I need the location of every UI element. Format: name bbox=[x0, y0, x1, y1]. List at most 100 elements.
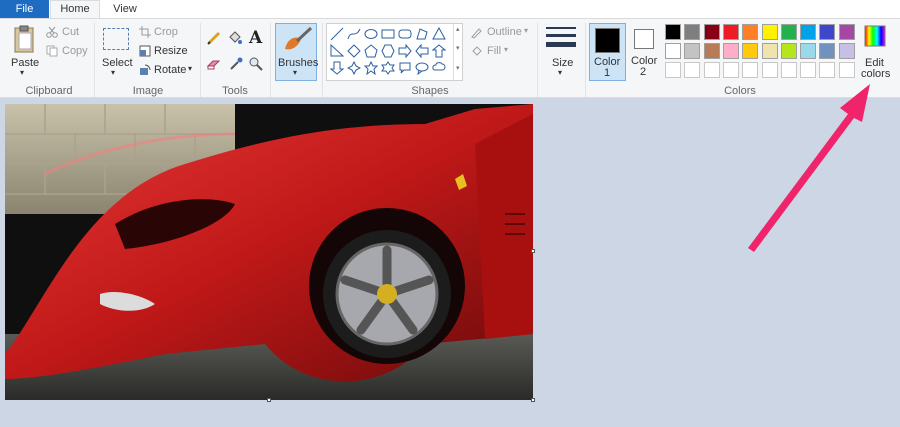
palette-swatch[interactable] bbox=[780, 62, 797, 78]
palette-swatch[interactable] bbox=[800, 62, 817, 78]
palette-swatch[interactable] bbox=[665, 24, 681, 40]
canvas-image[interactable] bbox=[5, 104, 533, 400]
chevron-down-icon[interactable]: ▾ bbox=[456, 44, 460, 52]
palette-swatch[interactable] bbox=[742, 43, 759, 59]
pencil-icon[interactable] bbox=[207, 31, 221, 45]
palette-swatch[interactable] bbox=[838, 43, 855, 59]
palette-swatch[interactable] bbox=[684, 62, 701, 78]
hexagon-shape-icon[interactable] bbox=[381, 44, 395, 58]
chevron-down-icon[interactable]: ▾ bbox=[20, 68, 24, 77]
color-spectrum-icon bbox=[864, 25, 886, 47]
edit-colors-button[interactable]: Edit colors bbox=[860, 23, 892, 83]
shapes-scrollbar[interactable]: ▴ ▾ ▾ bbox=[453, 24, 464, 80]
palette-swatch[interactable] bbox=[838, 62, 855, 78]
resize-button[interactable]: Resize bbox=[154, 45, 188, 57]
polygon-shape-icon[interactable] bbox=[415, 27, 429, 41]
outline-button[interactable]: Outline bbox=[487, 26, 522, 38]
pentagon-shape-icon[interactable] bbox=[364, 44, 378, 58]
fill-button[interactable]: Fill bbox=[487, 45, 501, 57]
palette-swatch[interactable] bbox=[819, 62, 836, 78]
palette-swatch[interactable] bbox=[742, 24, 759, 40]
palette-swatch[interactable] bbox=[684, 43, 701, 59]
select-button[interactable]: Select bbox=[102, 57, 133, 69]
chevron-down-icon[interactable]: ▾ bbox=[558, 68, 562, 77]
paste-button[interactable] bbox=[12, 25, 38, 58]
annotation-arrow bbox=[748, 84, 870, 252]
brush-icon bbox=[285, 26, 313, 50]
up-arrow-shape-icon[interactable] bbox=[432, 44, 446, 58]
palette-swatch[interactable] bbox=[800, 24, 817, 40]
palette-swatch[interactable] bbox=[780, 24, 797, 40]
palette-swatch[interactable] bbox=[819, 24, 836, 40]
rotate-button[interactable]: Rotate bbox=[154, 64, 186, 76]
palette-swatch[interactable] bbox=[819, 43, 836, 59]
palette-swatch[interactable] bbox=[703, 43, 720, 59]
color2-button[interactable]: Color 2 bbox=[629, 23, 661, 81]
magnifier-icon[interactable] bbox=[249, 57, 263, 71]
size-button[interactable]: Size bbox=[552, 57, 573, 69]
palette-swatch[interactable] bbox=[761, 62, 778, 78]
palette-swatch[interactable] bbox=[703, 62, 720, 78]
chevron-down-icon[interactable]: ▾ bbox=[504, 45, 508, 54]
color1-button[interactable]: Color 1 bbox=[589, 23, 626, 81]
palette-swatch[interactable] bbox=[761, 24, 778, 40]
oval-callout-shape-icon[interactable] bbox=[415, 61, 429, 75]
triangle-shape-icon[interactable] bbox=[432, 27, 446, 41]
right-triangle-shape-icon[interactable] bbox=[330, 44, 344, 58]
crop-button[interactable]: Crop bbox=[154, 26, 178, 38]
more-icon[interactable]: ▾ bbox=[456, 64, 460, 72]
four-point-star-shape-icon[interactable] bbox=[347, 61, 361, 75]
size-icon[interactable] bbox=[546, 25, 576, 53]
curve-shape-icon[interactable] bbox=[347, 27, 361, 41]
five-point-star-shape-icon[interactable] bbox=[364, 61, 378, 75]
palette-swatch[interactable] bbox=[665, 62, 681, 78]
left-arrow-shape-icon[interactable] bbox=[415, 44, 429, 58]
palette-swatch[interactable] bbox=[722, 43, 739, 59]
palette-swatch[interactable] bbox=[800, 43, 817, 59]
palette-swatch[interactable] bbox=[742, 62, 759, 78]
palette-swatch[interactable] bbox=[722, 24, 739, 40]
chevron-up-icon[interactable]: ▴ bbox=[456, 25, 460, 33]
resize-handle-bottom[interactable] bbox=[267, 398, 271, 402]
brushes-button[interactable]: Brushes ▾ bbox=[275, 23, 319, 81]
tab-file[interactable]: File bbox=[0, 0, 49, 18]
cut-button[interactable]: Cut bbox=[62, 26, 79, 38]
palette-swatch[interactable] bbox=[703, 24, 720, 40]
fill-bucket-icon[interactable] bbox=[227, 31, 243, 45]
diamond-shape-icon[interactable] bbox=[347, 44, 361, 58]
rounded-rectangle-shape-icon[interactable] bbox=[398, 27, 412, 41]
clipboard-icon bbox=[14, 25, 34, 53]
tab-view[interactable]: View bbox=[102, 0, 148, 18]
image-group-label: Image bbox=[132, 85, 164, 97]
line-shape-icon[interactable] bbox=[330, 27, 344, 41]
separator bbox=[585, 23, 586, 97]
palette-swatch[interactable] bbox=[665, 43, 681, 59]
rectangle-shape-icon[interactable] bbox=[381, 27, 395, 41]
rounded-callout-shape-icon[interactable] bbox=[398, 61, 412, 75]
down-arrow-shape-icon[interactable] bbox=[330, 61, 344, 75]
palette-swatch[interactable] bbox=[761, 43, 778, 59]
palette-swatch[interactable] bbox=[684, 24, 701, 40]
tab-home[interactable]: Home bbox=[50, 0, 100, 18]
eraser-icon[interactable] bbox=[207, 58, 221, 70]
palette-swatch[interactable] bbox=[780, 43, 797, 59]
copy-button[interactable]: Copy bbox=[62, 45, 88, 57]
chevron-down-icon[interactable]: ▾ bbox=[111, 68, 115, 77]
color1-swatch bbox=[595, 28, 620, 53]
cloud-callout-shape-icon[interactable] bbox=[432, 61, 446, 75]
oval-shape-icon[interactable] bbox=[364, 27, 378, 41]
chevron-down-icon[interactable]: ▾ bbox=[524, 26, 528, 35]
right-arrow-shape-icon[interactable] bbox=[398, 44, 412, 58]
resize-handle-right[interactable] bbox=[531, 249, 535, 253]
brushes-label: Brushes bbox=[278, 57, 319, 69]
palette-swatch[interactable] bbox=[838, 24, 855, 40]
text-tool-icon[interactable]: A bbox=[249, 28, 262, 48]
color-picker-icon[interactable] bbox=[229, 57, 243, 71]
color2-swatch bbox=[634, 29, 654, 49]
copy-icon bbox=[46, 45, 58, 57]
select-icon[interactable] bbox=[103, 28, 129, 50]
palette-swatch[interactable] bbox=[722, 62, 739, 78]
resize-handle-corner[interactable] bbox=[531, 398, 535, 402]
six-point-star-shape-icon[interactable] bbox=[381, 61, 395, 75]
chevron-down-icon[interactable]: ▾ bbox=[188, 64, 192, 73]
